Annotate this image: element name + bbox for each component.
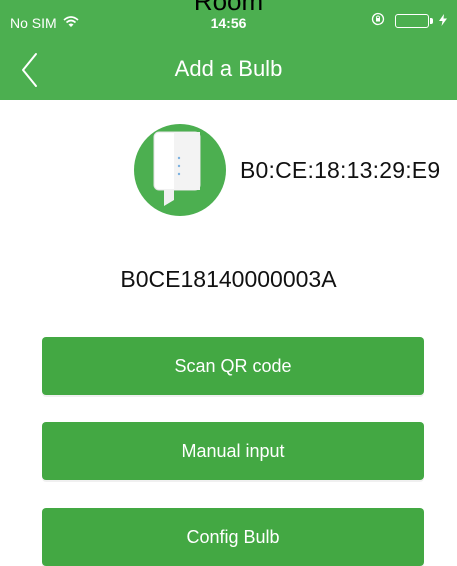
device-info: B0:CE:18:13:29:E9 bbox=[134, 124, 440, 216]
config-bulb-label: Config Bulb bbox=[186, 526, 280, 547]
bulb-device-icon bbox=[134, 124, 226, 216]
manual-input-label: Manual input bbox=[181, 440, 285, 461]
back-button[interactable] bbox=[20, 50, 54, 90]
rotation-lock-icon bbox=[371, 12, 385, 29]
scan-qr-code-button[interactable]: Scan QR code bbox=[42, 337, 424, 395]
battery-icon bbox=[395, 13, 433, 28]
serial-number: B0CE18140000003A bbox=[120, 266, 337, 292]
clipped-header-text: Room bbox=[0, 0, 457, 12]
chevron-left-icon bbox=[22, 53, 37, 87]
status-indicators bbox=[371, 12, 447, 29]
navigation-bar: Add a Bulb bbox=[0, 40, 457, 100]
mac-address: B0:CE:18:13:29:E9 bbox=[240, 156, 441, 183]
config-bulb-button[interactable]: Config Bulb bbox=[42, 508, 424, 566]
charging-icon bbox=[439, 13, 447, 29]
scan-qr-code-label: Scan QR code bbox=[174, 355, 292, 376]
page-title: Add a Bulb bbox=[174, 56, 283, 81]
app-header: No SIM 14:56 Add a Bulb bbox=[0, 0, 457, 100]
manual-input-button[interactable]: Manual input bbox=[42, 422, 424, 480]
clipped-text: Room bbox=[0, 0, 457, 12]
